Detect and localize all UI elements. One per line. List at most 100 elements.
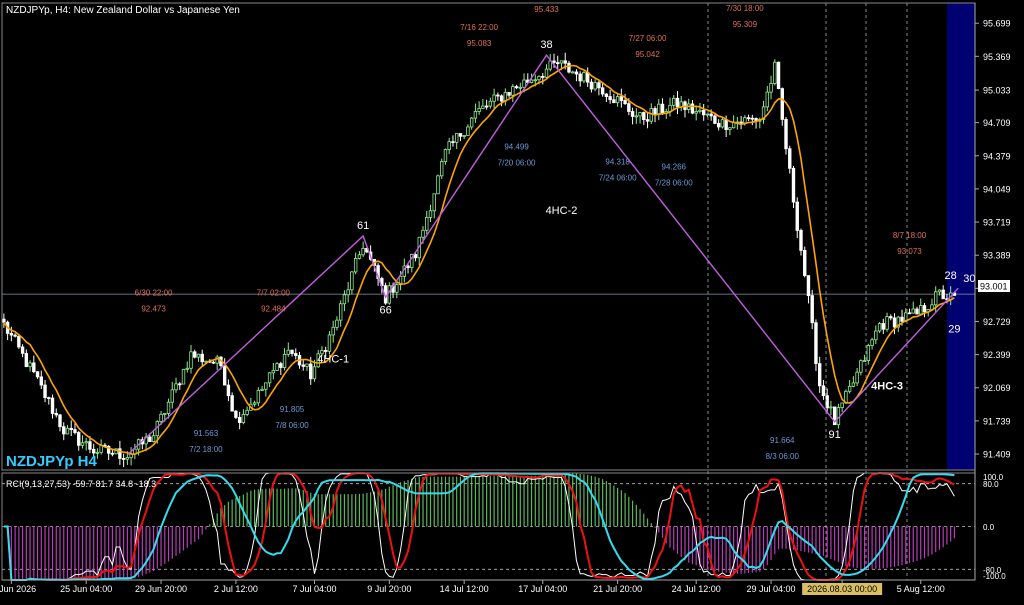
high-price-label: 92.484 xyxy=(261,304,286,313)
candle-body xyxy=(829,406,833,409)
candle-body xyxy=(327,334,332,352)
candle-body xyxy=(866,345,871,361)
candle-body xyxy=(222,365,227,386)
candle-body xyxy=(432,193,436,212)
candle-body xyxy=(791,167,796,203)
candle-body xyxy=(522,79,526,88)
candle-body xyxy=(623,100,627,104)
candle-body xyxy=(80,442,85,446)
candle-body xyxy=(750,117,755,120)
candle-body xyxy=(619,96,624,101)
candle-body xyxy=(941,289,945,300)
candle-body xyxy=(279,363,283,368)
candle-body xyxy=(309,363,313,380)
candle-body xyxy=(245,409,249,415)
candle-body xyxy=(739,121,743,124)
candle-body xyxy=(335,319,339,328)
low-date-label: 7/20 06:00 xyxy=(498,159,536,168)
candle-body xyxy=(533,79,537,82)
candle-body xyxy=(462,135,466,137)
candle-body xyxy=(874,330,878,341)
candle-body xyxy=(862,360,867,362)
candle-body xyxy=(821,385,826,397)
price-tick-label: 92.069 xyxy=(983,383,1011,393)
candle-body xyxy=(436,175,440,195)
candle-body xyxy=(447,141,451,150)
candle-body xyxy=(544,68,549,78)
cycle-label: 4HC-1 xyxy=(317,354,349,366)
rci-level-label: 0.0 xyxy=(983,523,995,532)
candle-body xyxy=(690,103,695,114)
candle-body xyxy=(181,368,186,385)
candle-body xyxy=(473,111,478,119)
trading-chart-window[interactable]: 61 66 38 91 28 30 29 6/30 22:00 92.473 7/7 02:00 9… xyxy=(0,0,1024,600)
candle-body xyxy=(537,75,541,81)
candle-body xyxy=(724,119,728,131)
candle-body xyxy=(260,388,264,391)
candle-body xyxy=(35,371,40,378)
rci-indicator-label: RCI(9,13,27,53) -59.7 81.7 34.8 -18.3 xyxy=(6,479,156,489)
candle-body xyxy=(84,441,88,444)
candle-body xyxy=(877,323,882,332)
price-tick-label: 91.409 xyxy=(983,450,1011,460)
candle-body xyxy=(743,117,747,124)
candle-body xyxy=(189,351,193,369)
cycle-label: 4HC-2 xyxy=(546,205,578,217)
price-tick-label: 93.719 xyxy=(983,218,1011,228)
candle-body xyxy=(806,275,811,297)
candle-body xyxy=(466,126,470,136)
candle-body xyxy=(395,284,399,293)
candle-body xyxy=(13,334,17,337)
current-price-tag: 93.001 xyxy=(978,280,1010,292)
candle-body xyxy=(234,410,238,418)
candle-body xyxy=(582,72,586,82)
price-tick-label: 92.729 xyxy=(983,317,1011,327)
time-tick-label: 17 Jul 04:00 xyxy=(518,584,567,594)
candle-body xyxy=(799,229,803,251)
candle-body xyxy=(851,382,856,387)
candle-body xyxy=(170,389,174,403)
candle-body xyxy=(331,326,335,336)
candle-body xyxy=(443,149,448,163)
time-tick-label: 2 Jul 12:00 xyxy=(214,584,258,594)
candle-body xyxy=(612,99,616,104)
chart-canvas[interactable]: 61 66 38 91 28 30 29 6/30 22:00 92.473 7/7 02:00 9… xyxy=(0,0,1024,600)
candle-body xyxy=(765,91,770,108)
low-price-label: 91.563 xyxy=(194,429,219,438)
candle-body xyxy=(698,109,702,112)
candle-body xyxy=(514,86,519,89)
candle-body xyxy=(425,216,429,231)
candle-body xyxy=(773,61,777,84)
candle-body xyxy=(469,117,474,128)
candle-body xyxy=(907,312,912,315)
time-tick-label: 14 Jul 12:00 xyxy=(440,584,489,594)
candle-body xyxy=(556,62,560,64)
swing-count-label: 30 xyxy=(963,273,975,285)
time-tick-label: 29 Jun 20:00 xyxy=(135,584,187,594)
candle-body xyxy=(630,111,635,117)
candle-body xyxy=(481,105,485,109)
candle-body xyxy=(32,362,36,373)
candle-body xyxy=(701,109,706,116)
candle-body xyxy=(17,335,21,348)
candle-body xyxy=(174,383,178,391)
candle-body xyxy=(196,353,201,358)
high-date-label: 7/30 18:00 xyxy=(726,4,764,13)
price-tick-label: 95.369 xyxy=(983,52,1011,62)
candle-body xyxy=(608,96,612,101)
candle-body xyxy=(73,429,77,433)
candle-body xyxy=(77,432,81,446)
candle-body xyxy=(716,122,721,128)
candle-body xyxy=(889,316,893,319)
candle-body xyxy=(387,285,392,304)
candle-body xyxy=(571,71,575,74)
candle-body xyxy=(69,427,73,431)
candle-body xyxy=(559,60,564,64)
candle-body xyxy=(286,349,290,355)
swing-count-label: 91 xyxy=(829,429,841,441)
swing-count-label: 29 xyxy=(948,323,960,335)
high-price-label: 92.473 xyxy=(141,304,166,313)
candle-body xyxy=(746,117,751,120)
candle-body xyxy=(324,350,328,352)
candle-body xyxy=(166,401,171,414)
